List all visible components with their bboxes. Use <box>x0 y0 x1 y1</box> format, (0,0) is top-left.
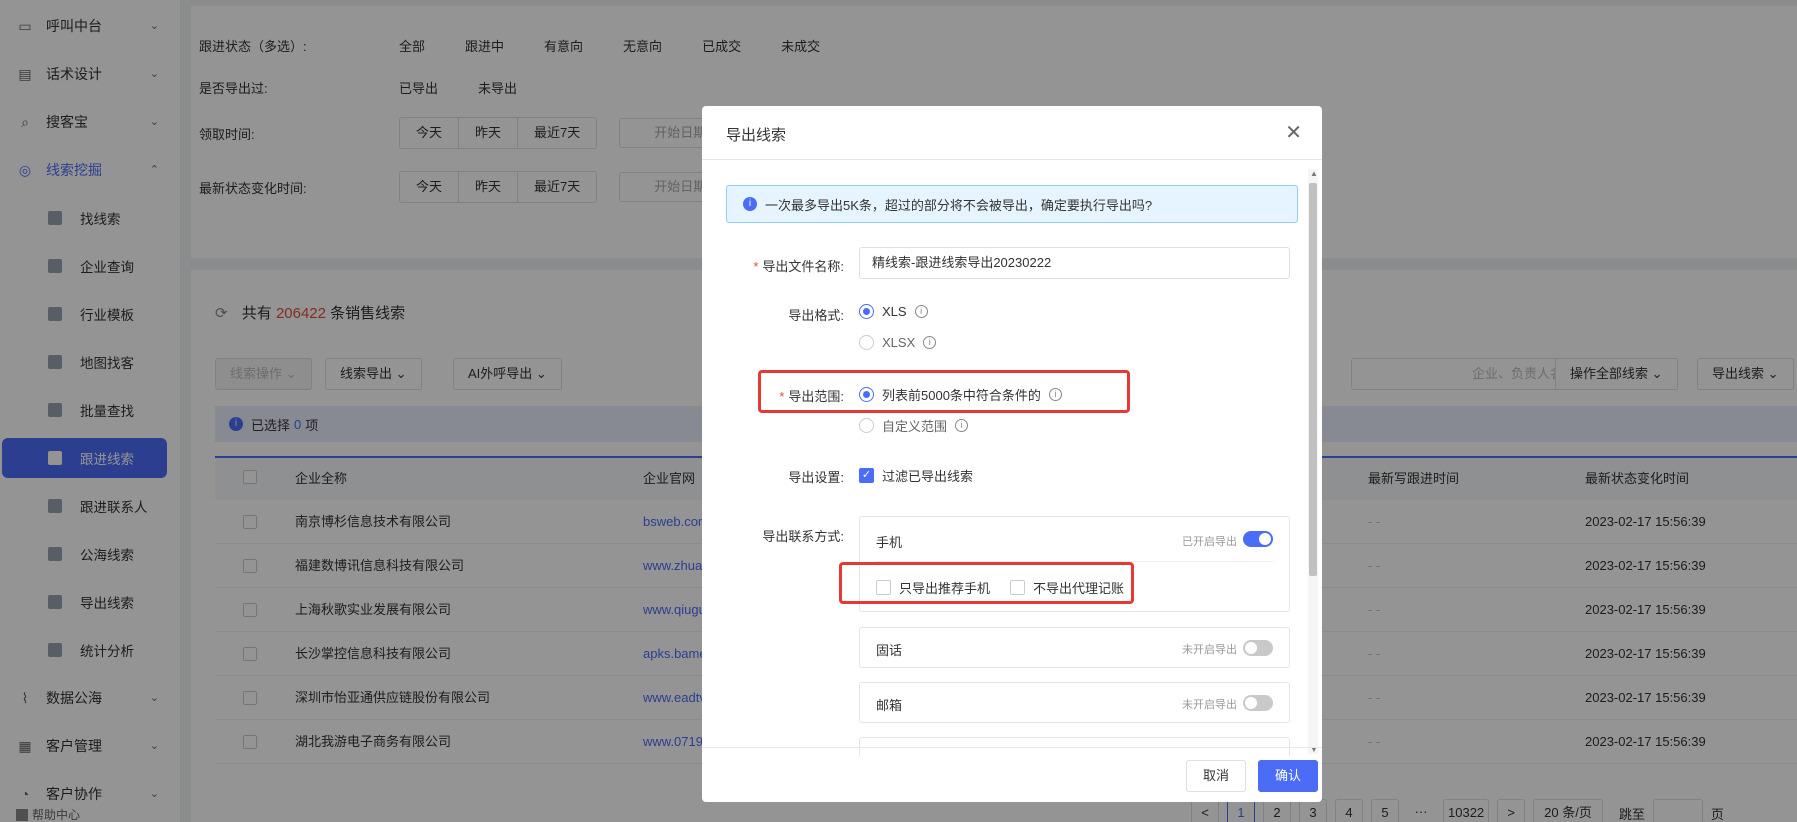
export-limit-alert: i 一次最多导出5K条，超过的部分将不会被导出，确定要执行导出吗? <box>726 185 1298 223</box>
dialog-footer: 取消 确认 <box>702 747 1322 802</box>
contact-card-landline: 固话 未开启导出 <box>859 627 1290 668</box>
email-toggle[interactable] <box>1243 695 1273 711</box>
dialog-scrollbar[interactable]: ▲ ▼ <box>1308 169 1318 754</box>
radio-label: 自定义范围 <box>882 419 948 434</box>
info-circle-icon[interactable]: i <box>914 305 928 318</box>
scroll-thumb[interactable] <box>1309 183 1317 576</box>
radio-unchecked <box>859 335 874 350</box>
cancel-button[interactable]: 取消 <box>1186 760 1247 792</box>
radio-unchecked <box>859 418 874 433</box>
scroll-up-icon[interactable]: ▲ <box>1310 169 1318 178</box>
range-radio-custom[interactable]: 自定义范围 i <box>859 416 969 435</box>
settings-label: 导出设置: <box>788 470 844 485</box>
label-text: 导出文件名称: <box>762 259 844 274</box>
mobile-toggle[interactable] <box>1243 531 1273 547</box>
alert-text: 一次最多导出5K条，超过的部分将不会被导出，确定要执行导出吗? <box>765 197 1153 213</box>
contact-name: 固话 <box>876 643 903 658</box>
landline-toggle[interactable] <box>1243 640 1273 656</box>
dialog-header: 导出线索 ✕ <box>702 106 1322 160</box>
checkbox-label: 过滤已导出线索 <box>882 469 974 484</box>
format-radio-xlsx[interactable]: XLSX i <box>859 335 937 350</box>
contact-name: 邮箱 <box>876 698 903 713</box>
info-circle-icon[interactable]: i <box>923 336 937 349</box>
dialog-title: 导出线索 <box>726 127 787 144</box>
format-label: 导出格式: <box>788 308 844 323</box>
filter-exported-checkbox[interactable]: ✓ 过滤已导出线索 <box>859 466 973 485</box>
contact-status: 未开启导出 <box>1182 644 1237 656</box>
contact-name: 手机 <box>876 535 903 550</box>
format-radio-xls[interactable]: XLS i <box>859 304 928 319</box>
highlight-box <box>758 370 1130 413</box>
app-root: ▭ 呼叫中台 ⌄ ▤ 话术设计 ⌄ ⌕ 搜客宝 ⌄ ◎ 线索挖掘 ⌃ 找线索 企… <box>0 0 1797 822</box>
contact-label: 导出联系方式: <box>762 529 844 544</box>
radio-label: XLS <box>882 304 907 319</box>
info-circle-icon[interactable]: i <box>955 419 969 432</box>
filename-label: * 导出文件名称: <box>753 259 844 274</box>
filename-input[interactable]: 精线索-跟进线索导出20230222 <box>859 247 1290 279</box>
radio-label: XLSX <box>882 335 916 350</box>
info-icon: i <box>743 197 757 211</box>
close-icon[interactable]: ✕ <box>1285 120 1302 145</box>
highlight-box <box>839 562 1134 604</box>
radio-checked <box>859 304 874 319</box>
export-leads-dialog: 导出线索 ✕ i 一次最多导出5K条，超过的部分将不会被导出，确定要执行导出吗?… <box>702 106 1322 802</box>
contact-status: 已开启导出 <box>1182 536 1237 548</box>
checkbox-checked: ✓ <box>859 468 874 483</box>
contact-status: 未开启导出 <box>1182 699 1237 711</box>
contact-card-email: 邮箱 未开启导出 <box>859 682 1290 723</box>
confirm-button[interactable]: 确认 <box>1258 760 1319 792</box>
